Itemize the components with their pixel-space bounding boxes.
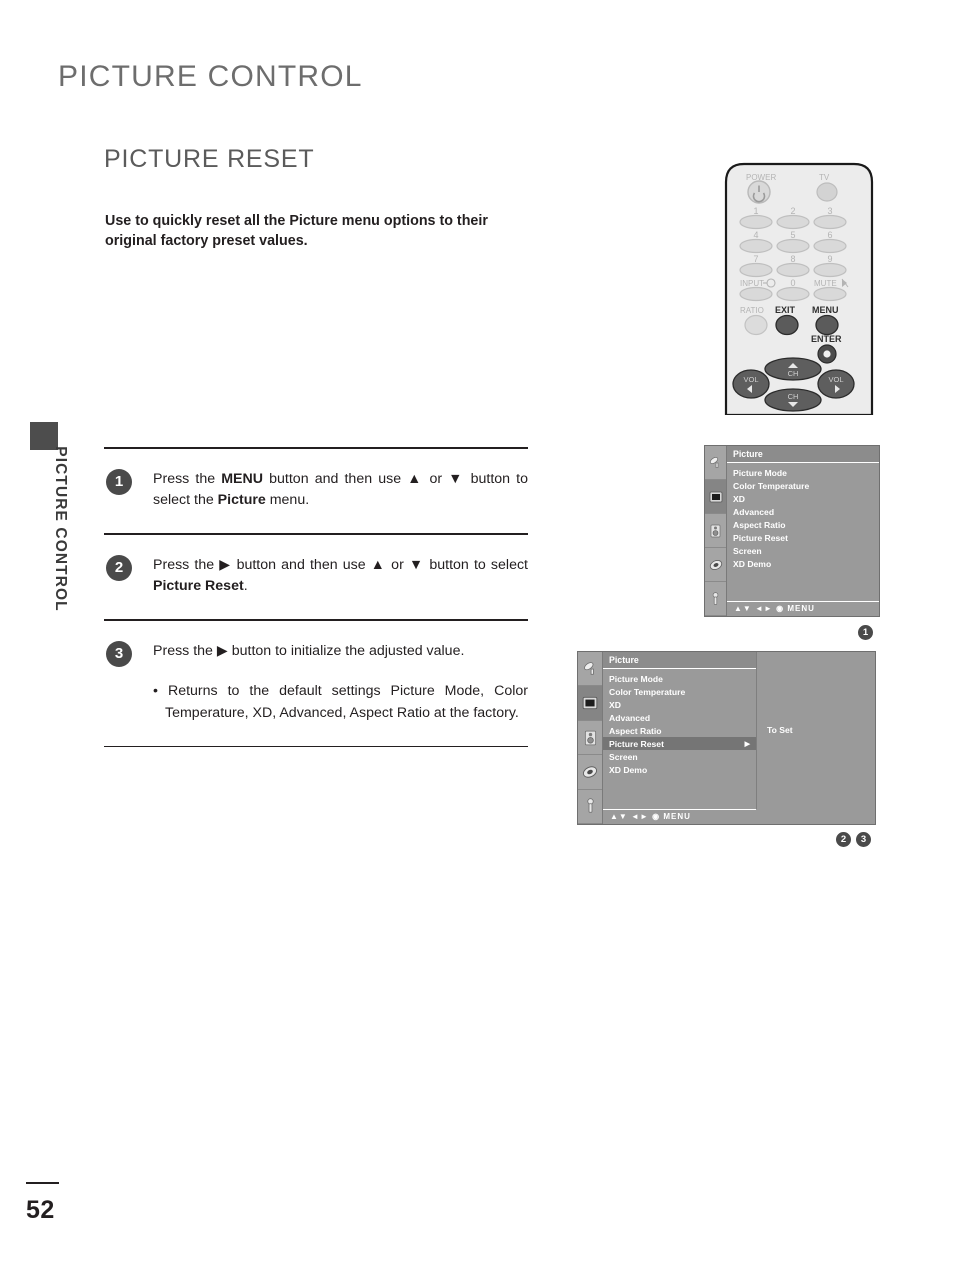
svg-text:3: 3: [827, 206, 832, 216]
osd-menu-picture: Picture Picture Mode Color Temperature X…: [704, 445, 880, 617]
step-1: 1 Press the MENU button and then use ▲ o…: [104, 449, 528, 534]
osd-item-color-temperature[interactable]: Color Temperature: [727, 479, 879, 492]
svg-text:1: 1: [753, 206, 758, 216]
exit-button[interactable]: [775, 314, 799, 336]
osd-body: Picture Picture Mode Color Temperature X…: [727, 446, 879, 616]
svg-text:7: 7: [753, 254, 758, 264]
step-2-text: Press the ▶ button and then use ▲ or ▼ b…: [153, 556, 528, 595]
page-number-rule: [26, 1182, 59, 1184]
step-1-badge: 1: [106, 468, 132, 495]
step-2-badge: 2: [106, 554, 132, 581]
osd-menu-picture-reset: Picture Picture Mode Color Temperature X…: [577, 651, 876, 825]
osd-item-picture-reset-selected[interactable]: Picture Reset ▶: [603, 737, 756, 750]
channel-up-label: CH: [788, 369, 799, 378]
svg-text:9: 9: [827, 254, 832, 264]
volume-down-label: VOL: [743, 375, 758, 384]
step-1-text: Press the MENU button and then use ▲ or …: [153, 470, 529, 508]
osd-item-list: Picture Mode Color Temperature XD Advanc…: [727, 463, 879, 601]
chapter-title: PICTURE CONTROL: [58, 60, 363, 93]
volume-up-label: VOL: [828, 375, 843, 384]
osd-item-xd-demo[interactable]: XD Demo: [727, 557, 879, 570]
svg-text:4: 4: [753, 230, 758, 240]
osd-icon-strip: [578, 652, 603, 825]
osd-item-advanced[interactable]: Advanced: [603, 711, 756, 724]
osd-title: Picture: [727, 446, 879, 463]
osd-main: Picture Picture Mode Color Temperature X…: [727, 446, 879, 601]
osd-item-aspect-ratio[interactable]: Aspect Ratio: [603, 724, 756, 737]
step-marker-3: 3: [856, 832, 871, 847]
to-set-label: To Set: [767, 725, 793, 736]
svg-text:8: 8: [790, 254, 795, 264]
svg-text:5: 5: [790, 230, 795, 240]
svg-text:2: 2: [790, 206, 795, 216]
tv-button[interactable]: [816, 182, 838, 202]
osd-nav-bar: ▲▼ ◄► ◉ MENU: [603, 808, 756, 824]
bottom-keypad-buttons[interactable]: [739, 286, 847, 302]
section-title: PICTURE RESET: [104, 145, 315, 173]
timer-icon[interactable]: [705, 548, 726, 582]
keypad-buttons[interactable]: [739, 214, 847, 278]
osd-item-xd[interactable]: XD: [603, 698, 756, 711]
picture-icon[interactable]: [705, 480, 726, 514]
osd-body: Picture Picture Mode Color Temperature X…: [603, 652, 875, 824]
step-divider: [104, 745, 528, 748]
osd-title: Picture: [603, 652, 756, 669]
osd-item-picture-mode[interactable]: Picture Mode: [727, 466, 879, 479]
osd-nav-bar: ▲▼ ◄► ◉ MENU: [727, 600, 879, 616]
remote-mute-label: MUTE: [814, 279, 837, 288]
audio-icon[interactable]: [705, 514, 726, 548]
picture-icon[interactable]: [578, 686, 602, 721]
osd-item-list: Picture Mode Color Temperature XD Advanc…: [603, 669, 756, 809]
osd-item-xd[interactable]: XD: [727, 492, 879, 505]
osd-to-set-pane: To Set: [757, 652, 875, 809]
osd-item-aspect-ratio[interactable]: Aspect Ratio: [727, 518, 879, 531]
remote-control-svg: POWER TV 1 2 3 4 5 6 7 8 9 INPUT 0 MUTE …: [724, 162, 874, 417]
osd-item-screen[interactable]: Screen: [603, 750, 756, 763]
remote-zero-label: 0: [790, 278, 795, 288]
step-3-badge: 3: [106, 640, 132, 667]
remote-ratio-label: RATIO: [740, 306, 764, 315]
svg-text:6: 6: [827, 230, 832, 240]
osd-icon-strip: [705, 446, 727, 616]
audio-icon[interactable]: [578, 720, 602, 756]
step-marker-2: 2: [836, 832, 851, 847]
osd-item-xd-demo[interactable]: XD Demo: [603, 763, 756, 776]
channel-down-label: CH: [788, 392, 799, 401]
lock-icon[interactable]: [578, 789, 602, 825]
page-number: 52: [26, 1196, 55, 1224]
steps-list: 1 Press the MENU button and then use ▲ o…: [104, 447, 528, 748]
osd-item-picture-mode[interactable]: Picture Mode: [603, 672, 756, 685]
remote-enter-label: ENTER: [811, 334, 842, 344]
step-marker-1: 1: [858, 625, 873, 640]
osd-item-picture-reset[interactable]: Picture Reset: [727, 531, 879, 544]
antenna-icon[interactable]: [705, 446, 726, 480]
osd-left-pane: Picture Picture Mode Color Temperature X…: [603, 652, 757, 809]
timer-icon[interactable]: [578, 755, 602, 790]
remote-exit-label: EXIT: [775, 305, 796, 315]
osd-item-color-temperature[interactable]: Color Temperature: [603, 685, 756, 698]
osd-bottom-row: ▲▼ ◄► ◉ MENU: [603, 808, 875, 824]
osd-item-screen[interactable]: Screen: [727, 544, 879, 557]
osd-item-advanced[interactable]: Advanced: [727, 505, 879, 518]
ratio-button[interactable]: [744, 314, 768, 336]
intro-paragraph: Use to quickly reset all the Picture men…: [105, 213, 488, 250]
remote-input-label: INPUT: [740, 279, 764, 288]
lock-icon[interactable]: [705, 582, 726, 616]
remote-control-illustration: POWER TV 1 2 3 4 5 6 7 8 9 INPUT 0 MUTE …: [714, 160, 884, 417]
menu-button[interactable]: [815, 314, 839, 336]
chevron-right-icon: ▶: [744, 740, 750, 748]
step-3: 3 Press the ▶ button to initialize the a…: [104, 621, 528, 746]
running-head: PICTURE CONTROL: [52, 446, 69, 612]
step-3-text: Press the ▶ button to initialize the adj…: [153, 642, 465, 659]
enter-center-dot: [823, 350, 831, 358]
remote-menu-label: MENU: [812, 305, 839, 315]
antenna-icon[interactable]: [578, 652, 602, 687]
step-2: 2 Press the ▶ button and then use ▲ or ▼…: [104, 535, 528, 620]
osd-bottom-filler: [756, 808, 875, 824]
remote-tv-label: TV: [819, 173, 830, 182]
step-3-bullet: • Returns to the default settings Pictur…: [153, 683, 528, 721]
osd-panes: Picture Picture Mode Color Temperature X…: [603, 652, 875, 809]
